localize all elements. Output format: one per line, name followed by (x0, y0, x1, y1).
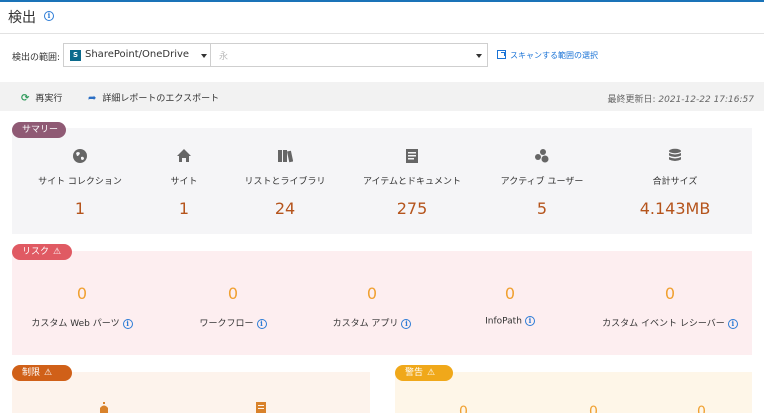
risk-value: 0 (504, 284, 516, 303)
risk-label-text: InfoPath (485, 316, 522, 327)
risk-infopath: 0 InfoPath i (435, 284, 585, 327)
stat-items-documents: アイテムとドキュメント 275 (347, 148, 477, 218)
risk-value: 0 (227, 284, 239, 303)
share-arrow-icon: ➦ (88, 93, 97, 104)
limits-badge-label: 制限 (22, 368, 41, 378)
last-updated: 最終更新日: 2021-12-22 17:16:57 (608, 92, 755, 105)
risk-label: カスタム アプリ i (297, 316, 447, 329)
risk-label-text: カスタム アプリ (332, 319, 399, 329)
site-select-value: 永 (219, 52, 229, 62)
scope-label: 検出の範囲: (12, 53, 61, 63)
export-label: 詳細レポートのエクスポート (102, 94, 220, 104)
risk-custom-event-receivers: 0 カスタム イベント レシーバー i (595, 284, 745, 329)
chevron-down-icon (201, 54, 207, 58)
stat-active-users: アクティブ ユーザー 5 (477, 148, 607, 218)
sharepoint-icon: S (70, 50, 81, 61)
stat-value: 24 (274, 199, 296, 218)
risk-label-text: カスタム Web パーツ (31, 319, 120, 329)
rerun-label: 再実行 (35, 94, 63, 104)
risk-badge-label: リスク (22, 247, 50, 257)
refresh-icon: ⟳ (21, 93, 30, 104)
stat-label: リストとライブラリ (244, 177, 326, 187)
database-icon (610, 148, 740, 164)
info-icon[interactable]: i (401, 318, 412, 329)
toolbar: ⟳ 再実行 ➦ 詳細レポートのエクスポート 最終更新日: 2021-12-22 17… (0, 82, 764, 111)
scope-type-value: SharePoint/OneDrive (85, 49, 190, 60)
warning-value: 0 (459, 404, 468, 413)
risk-label: ワークフロー i (158, 316, 308, 329)
summary-badge: サマリー (12, 122, 66, 138)
scan-scope-link-text: スキャンする範囲の選択 (510, 51, 598, 60)
document-icon (347, 148, 477, 164)
divider (0, 33, 764, 34)
top-accent-line (0, 0, 764, 2)
risk-value: 0 (366, 284, 378, 303)
risk-label: InfoPath i (435, 316, 585, 327)
risk-value: 0 (76, 284, 88, 303)
library-icon (220, 148, 350, 164)
info-icon[interactable]: i (256, 318, 267, 329)
warnings-badge-label: 警告 (405, 368, 424, 378)
info-icon[interactable]: i (122, 318, 133, 329)
export-report-button[interactable]: ➦ 詳細レポートのエクスポート (88, 91, 219, 104)
scan-scope-link[interactable]: スキャンする範囲の選択 (497, 50, 598, 61)
stat-value: 275 (396, 199, 428, 218)
page-title-text: 検出 (8, 10, 36, 26)
stat-label: アクティブ ユーザー (500, 177, 584, 187)
info-icon[interactable]: i (44, 11, 54, 21)
page-title: 検出 i (8, 7, 54, 27)
stat-label: アイテムとドキュメント (362, 177, 462, 187)
scope-type-select[interactable]: S SharePoint/OneDrive (63, 43, 211, 67)
risk-value: 0 (664, 284, 676, 303)
info-icon[interactable]: i (524, 316, 535, 326)
chevron-down-icon (476, 54, 482, 58)
site-select[interactable]: 永 (210, 43, 488, 67)
risk-label-text: ワークフロー (199, 319, 254, 329)
risk-label: カスタム イベント レシーバー i (595, 316, 745, 329)
stat-lists-libraries: リストとライブラリ 24 (220, 148, 350, 218)
risk-workflows: 0 ワークフロー i (158, 284, 308, 329)
users-icon (477, 148, 607, 164)
last-updated-value: 2021-12-22 17:16:57 (658, 95, 754, 105)
document-icon (256, 402, 266, 413)
external-link-icon (497, 50, 506, 59)
limits-badge: 制限 ⚠ (12, 365, 72, 381)
warning-icon: ⚠ (427, 368, 436, 378)
alarm-icon (99, 402, 109, 413)
warning-icon: ⚠ (44, 368, 53, 378)
info-icon[interactable]: i (727, 318, 738, 329)
risk-label: カスタム Web パーツ i (7, 316, 157, 329)
stat-label: 合計サイズ (652, 177, 698, 187)
risk-custom-apps: 0 カスタム アプリ i (297, 284, 447, 329)
last-updated-label: 最終更新日: (607, 95, 659, 105)
risk-label-text: カスタム イベント レシーバー (602, 319, 725, 329)
stat-value: 5 (536, 199, 548, 218)
risk-badge: リスク ⚠ (12, 244, 72, 260)
warning-value: 0 (697, 404, 706, 413)
warnings-badge: 警告 ⚠ (395, 365, 453, 381)
warning-icon: ⚠ (53, 247, 62, 257)
warning-value: 0 (589, 404, 598, 413)
risk-custom-web-parts: 0 カスタム Web パーツ i (7, 284, 157, 329)
stat-value: 4.143MB (639, 199, 711, 218)
stat-total-size: 合計サイズ 4.143MB (610, 148, 740, 218)
rerun-button[interactable]: ⟳ 再実行 (21, 91, 62, 104)
